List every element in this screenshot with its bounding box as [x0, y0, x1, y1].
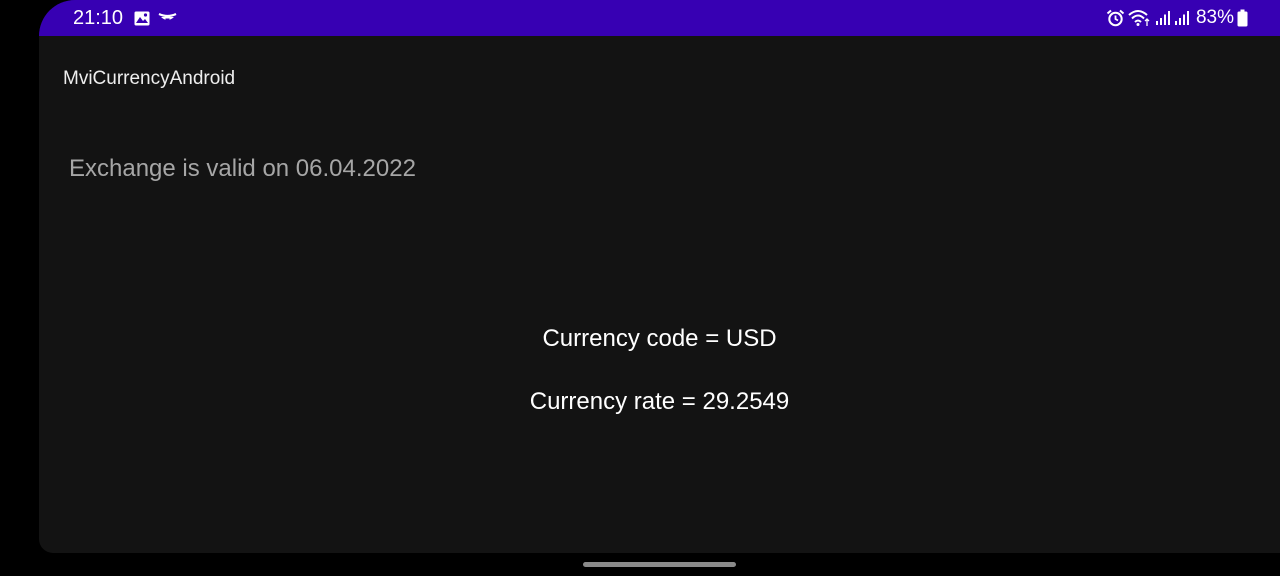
- battery-icon: [1237, 9, 1248, 27]
- status-time: 21:10: [73, 7, 124, 29]
- status-right-icons: 83%: [1106, 8, 1248, 28]
- battery-percent: 83%: [1195, 7, 1234, 28]
- image-icon: [134, 11, 150, 26]
- status-bar: 21:10 83%: [39, 0, 1280, 36]
- status-left-icons: [134, 10, 177, 26]
- currency-code: Currency code = USD: [542, 325, 777, 352]
- currency-rate: Currency rate = 29.2549: [529, 388, 790, 415]
- screen: 21:10 83% MviCurrencyAndroid Exchange is…: [0, 0, 1280, 576]
- signal-icon: [1155, 10, 1171, 26]
- app-window: 21:10 83% MviCurrencyAndroid Exchange is…: [39, 0, 1280, 553]
- exchange-valid-date: Exchange is valid on 06.04.2022: [69, 155, 416, 182]
- signal-icon: [1174, 10, 1190, 26]
- notification-icon: [158, 12, 177, 24]
- home-indicator[interactable]: [583, 562, 736, 567]
- app-title: MviCurrencyAndroid: [63, 68, 236, 89]
- wifi-icon: [1128, 9, 1152, 27]
- alarm-icon: [1106, 9, 1125, 27]
